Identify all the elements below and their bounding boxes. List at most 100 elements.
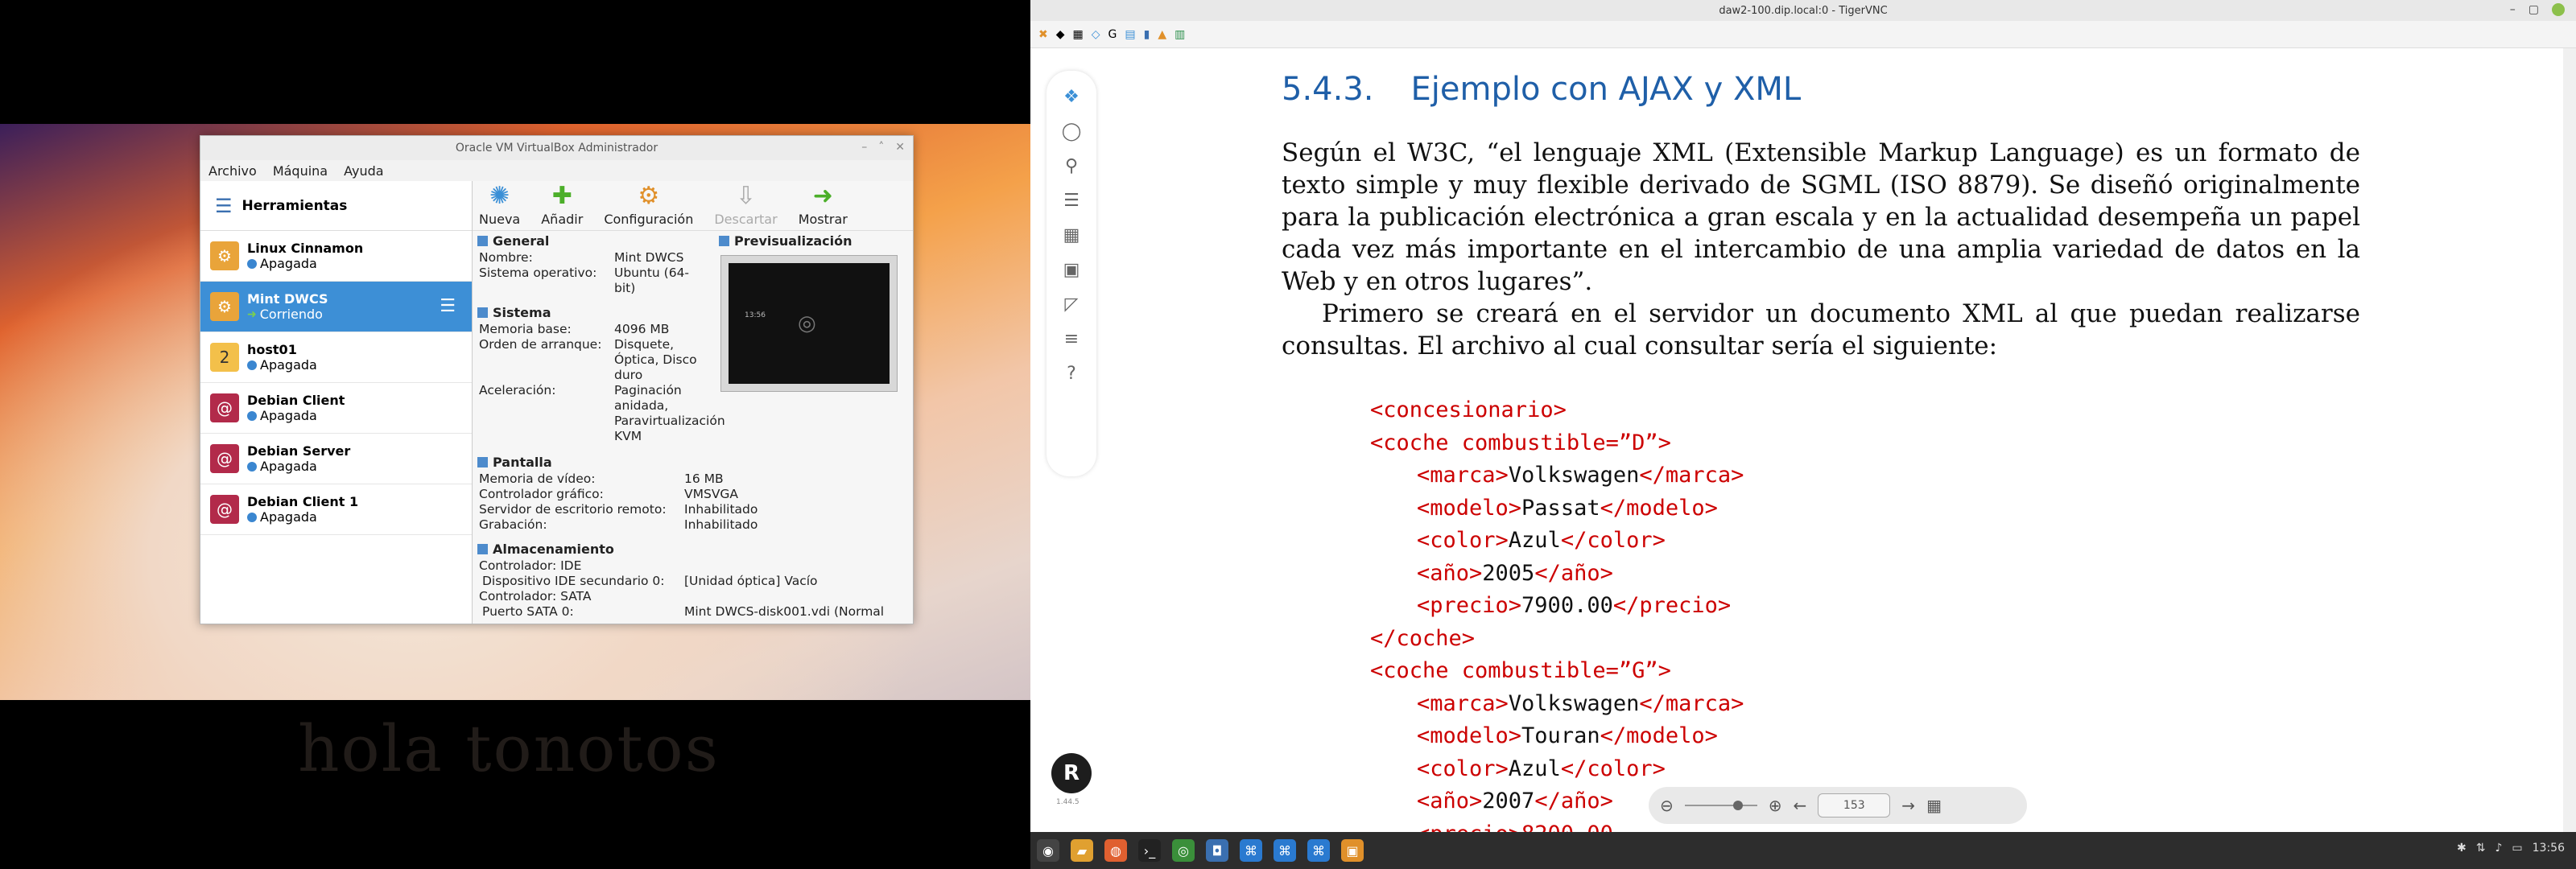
window-title: Oracle VM VirtualBox Administrador [455,142,658,154]
paragraph-1: Según el W3C, “el lenguaje XML (Extensib… [1282,138,2360,296]
reader-sidebar: ❖ ◯ ⚲ ☰ ▦ ▣ ◸ ≡ ? [1046,71,1096,476]
add-button[interactable]: ✚ Añadir [541,181,583,227]
general-icon [477,235,488,246]
grid-view-icon[interactable]: ▦ [1926,796,1942,815]
paragraph-2: Primero se creará en el servidor un docu… [1282,299,2360,360]
reader-logo-icon[interactable]: R [1051,753,1092,793]
maximize-icon[interactable]: ▢ [2529,3,2539,16]
app-icon[interactable]: G [1108,28,1117,41]
preview-clock: 13:56 [745,311,766,319]
vm-menu-icon[interactable]: ☰ [440,296,456,316]
page-number-field[interactable]: 153 [1818,793,1891,818]
system-section-header[interactable]: Sistema [473,303,714,322]
search-icon[interactable]: ⚲ [1065,156,1078,176]
minimize-icon[interactable]: – [2510,3,2516,16]
next-page-icon[interactable]: → [1901,796,1915,815]
app-icon[interactable]: ▥ [1174,28,1185,41]
user-icon[interactable]: ◯ [1062,121,1082,142]
debian-icon: @ [210,393,239,422]
screenshot-icon[interactable]: ◘ [1206,839,1228,862]
show-button[interactable]: ➜ Mostrar [799,181,848,227]
vscode-icon[interactable]: ⌘ [1240,839,1262,862]
menu-archivo[interactable]: Archivo [208,163,257,179]
remote-top-panel: ✖ ◆ ▦ ◇ G ▤ ▮ ▲ ▥ [1030,21,2576,48]
display-section-header[interactable]: Pantalla [473,452,913,472]
new-button[interactable]: ✺ Nueva [479,181,520,227]
zoom-slider[interactable] [1684,801,1757,810]
menu-icon[interactable]: ◉ [1037,839,1059,862]
zoom-in-icon[interactable]: ⊕ [1769,796,1782,815]
virtualbox-icon[interactable]: ▣ [1341,839,1364,862]
app-icon[interactable]: ▮ [1144,28,1150,41]
volume-icon[interactable]: ♪ [2495,842,2502,855]
vm-item-debian-client[interactable]: @ Debian Client Apagada [200,383,472,434]
vm-item-debian-server[interactable]: @ Debian Server Apagada [200,434,472,484]
vm-item-debian-client-1[interactable]: @ Debian Client 1 Apagada [200,484,472,535]
general-section-header[interactable]: General [473,231,714,250]
preview-icon [719,235,729,246]
app-icon[interactable]: ▲ [1158,28,1166,41]
vm-item-linux-cinnamon[interactable]: ⚙ Linux Cinnamon Apagada [200,231,472,282]
app-icon[interactable]: ▦ [1073,28,1084,41]
battery-icon[interactable]: ▭ [2512,842,2522,855]
gear-icon: ⚙ [638,182,660,210]
app-icon[interactable]: ◇ [1092,28,1100,41]
xml-code-block: <concesionario> <coche combustible=”D”> … [1370,397,1744,834]
close-icon[interactable] [2552,3,2565,16]
details-sections: General Nombre: Mint DWCS Sistema operati… [473,231,913,624]
chrome-icon[interactable]: ◎ [1172,839,1195,862]
menu-maquina[interactable]: Máquina [273,163,328,179]
book-logo-icon[interactable]: ❖ [1063,87,1080,107]
storage-icon [477,543,488,554]
firefox-icon[interactable]: ◍ [1104,839,1127,862]
preview-section: Previsualización 13:56 ◎ [714,231,913,392]
system-tray: ✱ ⇅ ♪ ▭ 13:56 [2457,842,2565,855]
vscode-icon-2[interactable]: ⌘ [1274,839,1296,862]
taskbar-clock[interactable]: 13:56 [2533,842,2565,855]
zoom-out-icon[interactable]: ⊖ [1660,796,1674,815]
gallery-icon[interactable]: ▣ [1063,260,1080,280]
discard-button[interactable]: ⇩ Descartar [714,181,777,227]
terminal-icon[interactable]: ›_ [1138,839,1161,862]
help-icon[interactable]: ? [1067,364,1076,384]
files-icon[interactable]: ▰ [1071,839,1093,862]
vnc-titlebar[interactable]: daw2-100.dip.local:0 - TigerVNC – ▢ [1030,0,2576,21]
network-icon[interactable]: ⇅ [2476,842,2486,855]
vm-item-mint-dwcs[interactable]: ⚙ Mint DWCS ➜ Corriendo ☰ [200,282,472,332]
app-icon[interactable]: ✖ [1038,28,1048,41]
minimize-icon[interactable]: – [861,141,867,154]
document-reader: ❖ ◯ ⚲ ☰ ▦ ▣ ◸ ≡ ? R 1.44.5 5.4.3. Ejemplo… [1030,48,2576,834]
vertical-scrollbar[interactable] [2563,48,2576,832]
tools-icon: ☰ [215,194,233,217]
settings-button[interactable]: ⚙ Configuración [604,181,693,227]
reader-version: 1.44.5 [1056,798,1080,806]
vm-details-pane: ✺ Nueva ✚ Añadir ⚙ Configuración ⇩ Descartar… [473,181,913,624]
vm-os-icon: 2 [210,343,239,372]
tigervnc-window: daw2-100.dip.local:0 - TigerVNC – ▢ ✖ ◆ … [1030,0,2576,869]
virtualbox-titlebar[interactable]: Oracle VM VirtualBox Administrador – ˄ ✕ [200,136,913,160]
vscode-icon-3[interactable]: ⌘ [1307,839,1330,862]
prev-page-icon[interactable]: ← [1794,796,1807,815]
bookmark-icon[interactable]: ◸ [1065,294,1079,315]
powered-off-icon [247,258,257,269]
preview-section-header[interactable]: Previsualización [714,231,913,250]
bluetooth-icon[interactable]: ✱ [2457,842,2467,855]
close-icon[interactable]: ✕ [895,141,905,154]
vnc-window-title: daw2-100.dip.local:0 - TigerVNC [1719,4,1888,17]
add-icon: ✚ [551,182,572,210]
app-icon[interactable]: ◆ [1056,28,1065,41]
mint-logo-icon: ◎ [798,311,816,336]
tools-item[interactable]: ☰ Herramientas [200,181,472,231]
storage-section-header[interactable]: Almacenamiento [473,539,913,558]
vm-item-host01[interactable]: 2 host01 Apagada [200,332,472,383]
toc-icon[interactable]: ☰ [1063,191,1080,211]
zoom-slider-knob[interactable] [1732,801,1743,810]
app-icon[interactable]: ▤ [1125,28,1135,41]
settings-sliders-icon[interactable]: ≡ [1064,329,1079,349]
menu-ayuda[interactable]: Ayuda [344,163,383,179]
system-icon [477,307,488,318]
maximize-icon[interactable]: ˄ [878,141,884,154]
vm-preview[interactable]: 13:56 ◎ [720,255,898,392]
powered-off-icon [247,360,257,370]
grid-icon[interactable]: ▦ [1063,225,1080,245]
